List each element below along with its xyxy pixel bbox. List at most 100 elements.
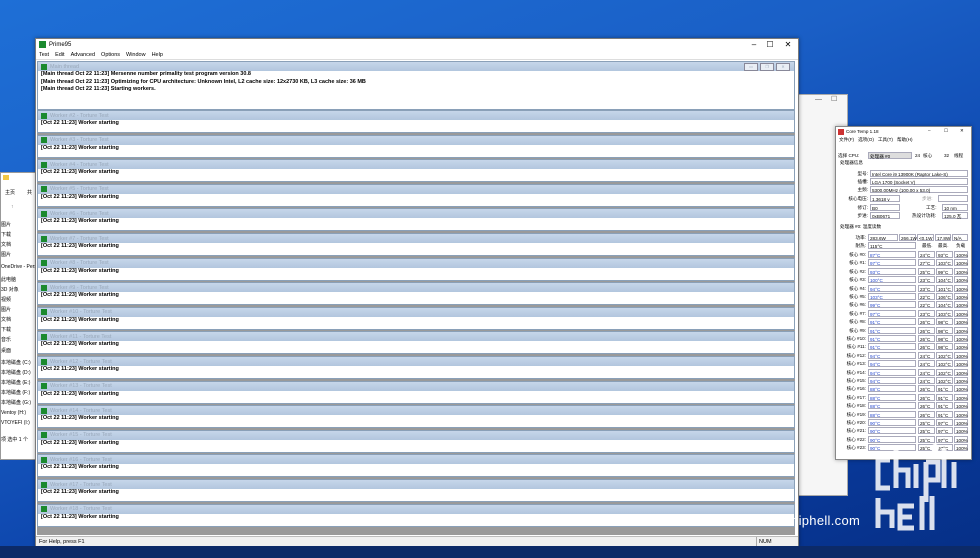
mdi-close-icon[interactable]: ✕ [776,63,790,71]
explorer-nav-item[interactable]: 视频 [1,296,11,303]
core-temp: 94°C [868,351,916,359]
worker-caption[interactable]: Worker #12 - Torture Test [38,357,794,366]
worker-caption[interactable]: Worker #14 - Torture Test [38,406,794,416]
worker-window[interactable]: Worker #10 - Torture Test [Oct 22 11:23] … [37,306,795,330]
worker-window[interactable]: Worker #5 - Torture Test [Oct 22 11:23] W… [37,183,795,207]
explorer-nav-item[interactable]: 本地磁盘 (F:) [1,389,30,396]
worker-window[interactable]: Worker #12 - Torture Test [Oct 22 11:23] … [37,356,795,379]
worker-caption[interactable]: Worker #6 - Torture Test [38,209,794,219]
close-button[interactable]: ✕ [780,39,796,50]
minimize-button[interactable]: – [928,128,931,133]
worker-caption[interactable]: Worker #13 - Torture Test [38,381,794,391]
worker-caption[interactable]: Worker #2 - Torture Test [38,111,794,120]
cpu-select[interactable]: 处理器 #0 [868,152,912,159]
explorer-nav-item[interactable]: 3D 对象 [1,286,19,293]
worker-window[interactable]: Worker #14 - Torture Test [Oct 22 11:23] … [37,405,795,429]
worker-icon [41,481,47,488]
worker-caption[interactable]: Worker #9 - Torture Test [38,283,794,293]
worker-window[interactable]: Worker #16 - Torture Test [Oct 22 11:23] … [37,454,795,478]
menu-options[interactable]: 选项(O) [858,137,874,143]
explorer-nav-item[interactable]: 图片 [1,251,11,258]
explorer-nav-item[interactable]: 图片 [1,306,11,313]
menu-window[interactable]: Window [126,52,146,58]
close-button[interactable]: ✕ [960,128,964,134]
worker-log-line: [Oct 22 11:23] Worker starting [41,193,119,200]
explorer-nav-item[interactable]: 本地磁盘 (G:) [1,399,31,406]
core-temp: 88°C [868,385,916,393]
explorer-nav-item[interactable]: VTOYEFI (I:) [1,420,30,426]
minimize-icon[interactable]: — [815,96,822,103]
explorer-nav-item[interactable]: 桌面 [1,347,11,354]
minimize-button[interactable]: – [746,39,762,50]
explorer-nav-item[interactable]: 下载 [1,326,11,333]
worker-caption[interactable]: Worker #15 - Torture Test [38,430,794,440]
worker-caption[interactable]: Worker #10 - Torture Test [38,307,794,317]
worker-caption[interactable]: Worker #3 - Torture Test [38,135,794,145]
coretemp-titlebar[interactable]: Core Temp 1.18 – ☐ ✕ [836,127,971,136]
core-min-temp: 26°C [918,335,935,342]
core-temp: 94°C [868,368,916,376]
mdi-restore-icon[interactable]: ❐ [760,63,774,71]
worker-caption[interactable]: Worker #4 - Torture Test [38,160,794,170]
explorer-nav-item[interactable]: 文档 [1,241,11,248]
worker-window[interactable]: Worker #13 - Torture Test [Oct 22 11:23] … [37,380,795,404]
worker-window[interactable]: Worker #7 - Torture Test [Oct 22 11:23] W… [37,233,795,256]
main-thread-caption[interactable]: Main thread ▭ ❐ ✕ [38,62,794,71]
up-arrow-icon[interactable]: ↑ [11,204,14,210]
explorer-nav-item[interactable]: 文档 [1,316,11,323]
worker-window[interactable]: Worker #17 - Torture Test [Oct 22 11:23] … [37,479,795,502]
prime95-titlebar[interactable]: Prime95 – ☐ ✕ [36,39,798,50]
core-min-temp: 22°C [918,301,935,309]
worker-caption[interactable]: Worker #11 - Torture Test [38,332,794,342]
main-thread-log: [Main thread Oct 22 11:23] Mersenne numb… [38,71,794,94]
explorer-nav-item[interactable]: 此电脑 [1,276,16,283]
worker-window[interactable]: Worker #2 - Torture Test [Oct 22 11:23] W… [37,110,795,133]
explorer-nav-item[interactable]: 本地磁盘 (E:) [1,379,30,386]
worker-window[interactable]: Worker #3 - Torture Test [Oct 22 11:23] W… [37,134,795,158]
menu-tools[interactable]: 工具(T) [878,137,893,143]
explorer-tab-home[interactable]: 主页 [5,189,15,196]
menu-file[interactable]: 文件(F) [839,137,854,143]
cpuid-label: 步进: [857,213,868,218]
worker-caption[interactable]: Worker #18 - Torture Test [38,504,794,514]
worker-caption[interactable]: Worker #7 - Torture Test [38,234,794,243]
menu-options[interactable]: Options [101,52,120,58]
maximize-button[interactable]: ☐ [762,39,778,50]
explorer-nav-item[interactable]: 本地磁盘 (C:) [1,359,31,366]
core-min-temp: 26°C [918,326,935,334]
worker-caption[interactable]: Worker #8 - Torture Test [38,258,794,268]
worker-window[interactable]: Worker #8 - Torture Test [Oct 22 11:23] W… [37,257,795,281]
explorer-nav-item[interactable]: OneDrive - Perso [1,264,40,270]
menu-help[interactable]: 帮助(H) [897,137,913,143]
explorer-nav-item[interactable]: 本地磁盘 (D:) [1,369,31,376]
worker-window[interactable]: Worker #15 - Torture Test [Oct 22 11:23] … [37,429,795,453]
explorer-nav-item[interactable]: Ventoy (H:) [1,410,26,416]
explorer-tab-share[interactable]: 共 [27,189,32,196]
core-name: 核心 #10: [846,336,866,341]
menu-advanced[interactable]: Advanced [71,52,95,58]
mdi-minimize-icon[interactable]: ▭ [744,63,758,71]
worker-window[interactable]: Worker #11 - Torture Test [Oct 22 11:23] … [37,331,795,355]
worker-window[interactable]: Worker #6 - Torture Test [Oct 22 11:23] W… [37,208,795,232]
worker-window[interactable]: Worker #4 - Torture Test [Oct 22 11:23] W… [37,159,795,183]
worker-window[interactable]: Worker #9 - Torture Test [Oct 22 11:23] W… [37,282,795,306]
worker-log-line: [Oct 22 11:23] Worker starting [41,144,119,151]
explorer-nav-item[interactable]: 图片 [1,221,11,228]
main-thread-window[interactable]: Main thread ▭ ❐ ✕ [Main thread Oct 22 11… [37,61,795,110]
core-temp-row: 核心 #7: 97°C 23°C 103°C 100% [838,309,969,318]
worker-caption[interactable]: Worker #5 - Torture Test [38,184,794,194]
core-min-temp: 24°C [918,251,935,258]
load-column-header: 负载 [956,243,966,248]
worker-window[interactable]: Worker #18 - Torture Test [Oct 22 11:23] … [37,503,795,527]
core-name: 核心 #7: [849,310,866,316]
worker-caption[interactable]: Worker #17 - Torture Test [38,480,794,489]
maximize-button[interactable]: ☐ [944,128,948,134]
worker-caption[interactable]: Worker #16 - Torture Test [38,455,794,465]
menu-edit[interactable]: Edit [55,52,64,58]
menu-test[interactable]: Test [39,52,49,58]
explorer-nav-item[interactable]: 下载 [1,231,11,238]
menu-help[interactable]: Help [152,52,163,58]
core-temp: 93°C [868,267,916,275]
maximize-icon[interactable]: ☐ [831,95,837,103]
explorer-nav-item[interactable]: 音乐 [1,336,11,343]
